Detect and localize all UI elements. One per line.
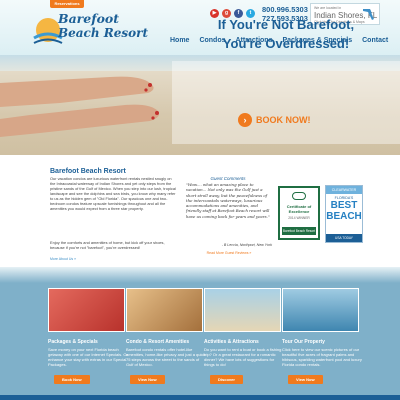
resort-description-2: Enjoy the comforts and amenities of home… [50, 240, 165, 250]
card-title-activities: Activities & Attractions [204, 339, 259, 345]
location-intro: We are located in [314, 6, 342, 10]
wave-divider [0, 267, 400, 283]
card-text-tour: Click here to view our scenic pictures o… [282, 347, 362, 367]
badge-best: BEST [330, 200, 358, 211]
hero-headline-line2: You're Overdressed! [222, 36, 350, 51]
ta-year: 2014 WINNER [288, 216, 310, 220]
arrow-right-icon: › [238, 113, 252, 127]
hero-headline-line1: If You're Not Barefoot, [217, 17, 355, 32]
guest-comments-title: Guest Comments [210, 176, 246, 181]
hero-headline: If You're Not Barefoot, You're Overdress… [172, 15, 400, 53]
card-button-book-now[interactable]: Book Now [54, 375, 90, 384]
card-button-view-amenities[interactable]: View Now [130, 375, 165, 384]
card-text-activities: Do you want to rent a boat or book a fis… [204, 347, 282, 367]
badge-beach: BEACH [326, 211, 362, 222]
best-beach-badge[interactable]: CLEARWATER FLORIDA'S BEST BEACH USA TODA… [325, 185, 363, 243]
book-now-button[interactable]: › BOOK NOW! [238, 110, 311, 130]
guest-quote: "Wow.... what an amazing place to vacati… [186, 182, 270, 219]
more-about-link[interactable]: More About Us » [50, 257, 76, 261]
tripadvisor-badge[interactable]: Certificate of Excellence 2014 WINNER Ba… [278, 186, 320, 240]
resort-description: Our vacation condos are luxurious waterf… [50, 176, 176, 211]
guest-author: - B Leccia, Northport, New York [221, 243, 272, 247]
card-button-view-property[interactable]: View Now [288, 375, 323, 384]
reservations-tab[interactable]: Reservations [50, 0, 84, 8]
book-now-label: BOOK NOW! [256, 115, 311, 125]
ta-certificate: Certificate of Excellence [286, 204, 312, 214]
badge-source: USA TODAY [326, 234, 362, 242]
logo-text-beach-resort[interactable]: Beach Resort [58, 26, 148, 40]
read-more-reviews-link[interactable]: Read More Guest Reviews » [186, 251, 272, 255]
resort-title: Barefoot Beach Resort [50, 168, 126, 175]
badge-location: CLEARWATER [326, 186, 362, 194]
logo-text-barefoot[interactable]: Barefoot [58, 11, 119, 26]
ta-property: Barefoot Beach Resort [282, 227, 316, 235]
card-button-discover[interactable]: Discover [210, 375, 243, 384]
footer-bar [0, 395, 400, 400]
hero-text-panel [172, 61, 400, 144]
card-text-amenities: Barefoot condo rentals offer hotel-like … [126, 347, 206, 367]
card-title-tour: Tour Our Property [282, 339, 325, 345]
card-title-amenities: Condo & Resort Amenities [126, 339, 190, 345]
card-title-packages: Packages & Specials [48, 339, 98, 345]
packages-image[interactable] [48, 288, 125, 332]
tripadvisor-owl-icon [292, 192, 306, 200]
card-text-packages: Save money on your next Florida beach ge… [48, 347, 128, 367]
activities-image[interactable] [204, 288, 281, 332]
phone-tollfree[interactable]: 800.996.5303 [262, 5, 308, 14]
hero-banner [0, 55, 400, 155]
amenities-image[interactable] [126, 288, 203, 332]
property-image[interactable] [282, 288, 359, 332]
hero-feet-image [0, 76, 159, 137]
